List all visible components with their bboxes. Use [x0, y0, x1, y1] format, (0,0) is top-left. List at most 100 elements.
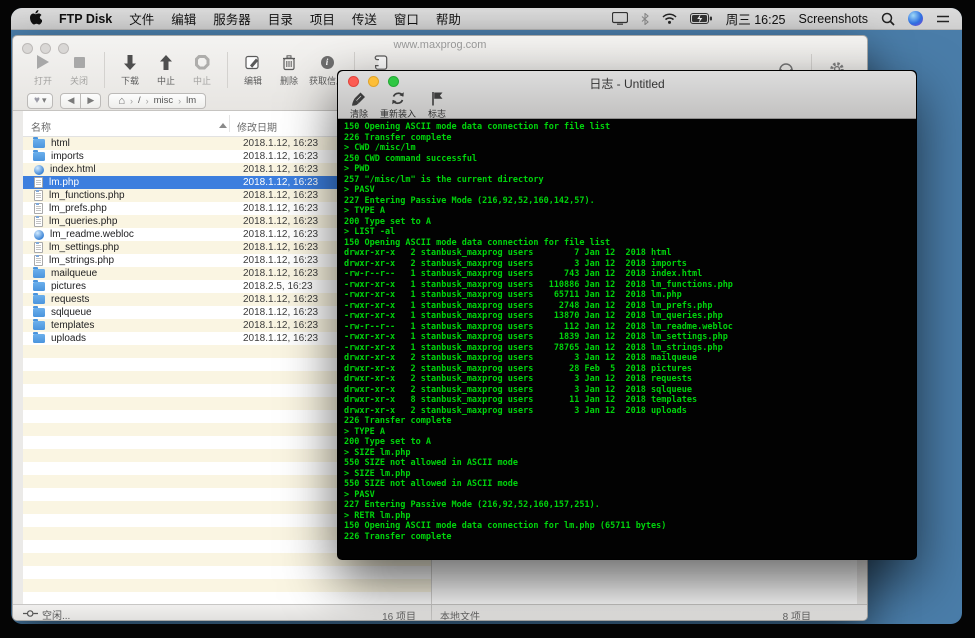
file-date: 2018.1.12, 16:23 — [243, 190, 319, 201]
breadcrumb-segments: › / › misc › lm — [130, 95, 196, 106]
terminal-line: 550 SIZE not allowed in ASCII mode — [344, 458, 518, 468]
column-divider[interactable] — [229, 115, 230, 132]
file-icon — [34, 203, 43, 214]
terminal-line: drwxr-xr-x 2 stanbusk_maxprog users 3 Ja… — [344, 374, 692, 384]
close-button[interactable]: 关闭 — [63, 52, 95, 87]
file-icon — [33, 150, 45, 161]
siri-icon[interactable] — [908, 11, 923, 26]
ftp-pathbar: ♥ ▾ ◀ ▶ ⌂ › / › misc › lm — [27, 92, 207, 109]
terminal-line: drwxr-xr-x 2 stanbusk_maxprog users 28 F… — [344, 363, 692, 374]
file-name: sqlqueue — [51, 307, 92, 318]
menu-item[interactable]: 目录 — [268, 9, 293, 28]
reload-log-button[interactable]: 重新装入 — [380, 91, 416, 120]
terminal-line: 250 CWD command successful — [344, 153, 478, 164]
forward-button[interactable]: ▶ — [81, 92, 102, 109]
terminal-line: 150 Opening ASCII mode data connection f… — [344, 122, 611, 132]
status-divider — [431, 605, 432, 620]
log-toolbar: 清除 重新装入 标志 — [344, 91, 452, 120]
edit-button[interactable]: 编辑 — [237, 52, 269, 87]
file-name: requests — [51, 294, 90, 305]
open-button[interactable]: 打开 — [27, 52, 59, 87]
file-icon — [33, 332, 45, 343]
file-icon — [34, 229, 44, 240]
home-icon[interactable]: ⌂ — [118, 95, 125, 107]
file-name: index.html — [50, 164, 96, 175]
flag-icon — [431, 91, 444, 106]
battery-icon[interactable] — [689, 13, 713, 24]
menu-item[interactable]: 服务器 — [213, 9, 251, 28]
menu-app-name[interactable]: FTP Disk — [59, 12, 112, 26]
desktop: FTP Disk 文件 编辑 服务器 目录 项目 传送 窗口 帮助 周三 16:25 Scre… — [11, 8, 962, 624]
terminal-line: -rwxr-xr-x 1 stanbusk_maxprog users 2748… — [344, 300, 713, 311]
terminal-line: > TYPE A — [344, 206, 385, 216]
terminal-line: > PASV — [344, 489, 375, 500]
screenshots-menu-item[interactable]: Screenshots — [799, 12, 868, 26]
breadcrumb[interactable]: ⌂ › / › misc › lm — [108, 92, 207, 109]
column-header-name[interactable]: 名称 — [31, 119, 51, 134]
clear-log-button[interactable]: 清除 — [350, 91, 368, 120]
terminal-line: > PASV — [344, 185, 375, 195]
file-icon — [33, 280, 45, 291]
file-icon — [33, 293, 45, 304]
scroll-icon — [373, 52, 388, 72]
upload-button[interactable]: 中止 — [150, 52, 182, 87]
download-arrow-icon — [123, 52, 137, 72]
terminal-line: drwxr-xr-x 2 stanbusk_maxprog users 3 Ja… — [344, 258, 687, 269]
menu-list: 文件 编辑 服务器 目录 项目 传送 窗口 帮助 — [129, 9, 461, 28]
file-date: 2018.1.12, 16:23 — [243, 255, 319, 266]
breadcrumb-segment[interactable]: lm — [186, 95, 196, 106]
menu-item[interactable]: 帮助 — [436, 9, 461, 28]
wifi-icon[interactable] — [662, 13, 677, 24]
breadcrumb-segment[interactable]: / — [138, 95, 141, 106]
file-icon — [34, 242, 43, 253]
terminal-line: 227 Entering Passive Mode (216,92,52,160… — [344, 195, 595, 206]
abort-button[interactable]: 中止 — [186, 52, 218, 87]
sort-ascending-icon — [219, 123, 227, 128]
favorites-button[interactable]: ♥ ▾ — [27, 92, 54, 109]
display-mirroring-icon[interactable] — [611, 12, 628, 25]
file-date: 2018.1.12, 16:23 — [243, 294, 319, 305]
spotlight-search-icon[interactable] — [881, 12, 895, 26]
terminal-line: > RETR lm.php — [344, 510, 411, 521]
file-name: lm_queries.php — [49, 216, 118, 227]
trash-icon — [282, 52, 296, 72]
terminal-line: drwxr-xr-x 2 stanbusk_maxprog users 7 Ja… — [344, 248, 672, 258]
delete-button[interactable]: 删除 — [273, 52, 305, 87]
heart-icon: ♥ — [34, 95, 40, 106]
menu-item[interactable]: 项目 — [310, 9, 335, 28]
connection-plug-icon — [23, 609, 38, 621]
menu-item[interactable]: 文件 — [129, 9, 154, 28]
log-window: 日志 - Untitled 清除 重新装入 标志 150 Opening ASC… — [337, 70, 917, 560]
file-name: templates — [51, 320, 95, 331]
menu-item[interactable]: 传送 — [352, 9, 377, 28]
flag-log-button[interactable]: 标志 — [428, 91, 446, 120]
file-name: mailqueue — [51, 268, 98, 279]
edit-icon — [245, 52, 261, 72]
terminal-line: > PWD — [344, 164, 370, 174]
column-header-date[interactable]: 修改日期 — [237, 119, 277, 134]
breadcrumb-segment[interactable]: misc — [154, 95, 174, 106]
file-name: imports — [51, 151, 84, 162]
menu-item[interactable]: 窗口 — [394, 9, 419, 28]
terminal-line: 257 "/misc/lm" is the current directory — [344, 174, 544, 185]
download-button[interactable]: 下载 — [114, 52, 146, 87]
refresh-icon — [390, 91, 406, 106]
bluetooth-icon[interactable] — [641, 12, 649, 25]
menu-item[interactable]: 编辑 — [171, 9, 196, 28]
terminal-line: -rwxr-xr-x 1 stanbusk_maxprog users 1839… — [344, 332, 728, 342]
file-name: lm_strings.php — [49, 255, 115, 266]
terminal-line: -rwxr-xr-x 1 stanbusk_maxprog users 1387… — [344, 311, 723, 321]
notification-center-icon[interactable] — [936, 13, 950, 25]
apple-icon[interactable] — [29, 9, 43, 28]
breadcrumb-separator-icon: › — [178, 95, 182, 106]
terminal-line: 227 Entering Passive Mode (216,92,52,160… — [344, 500, 600, 510]
file-icon — [34, 164, 44, 175]
back-button[interactable]: ◀ — [60, 92, 82, 109]
file-icon — [34, 190, 43, 201]
terminal-line: 150 Opening ASCII mode data connection f… — [344, 521, 667, 531]
file-icon — [33, 267, 45, 278]
menu-clock[interactable]: 周三 16:25 — [726, 9, 786, 28]
display-bezel: FTP Disk 文件 编辑 服务器 目录 项目 传送 窗口 帮助 周三 16:25 Scre… — [0, 0, 975, 638]
terminal-log[interactable]: 150 Opening ASCII mode data connection f… — [338, 119, 916, 559]
status-idle-text: 空闲... — [42, 611, 71, 621]
